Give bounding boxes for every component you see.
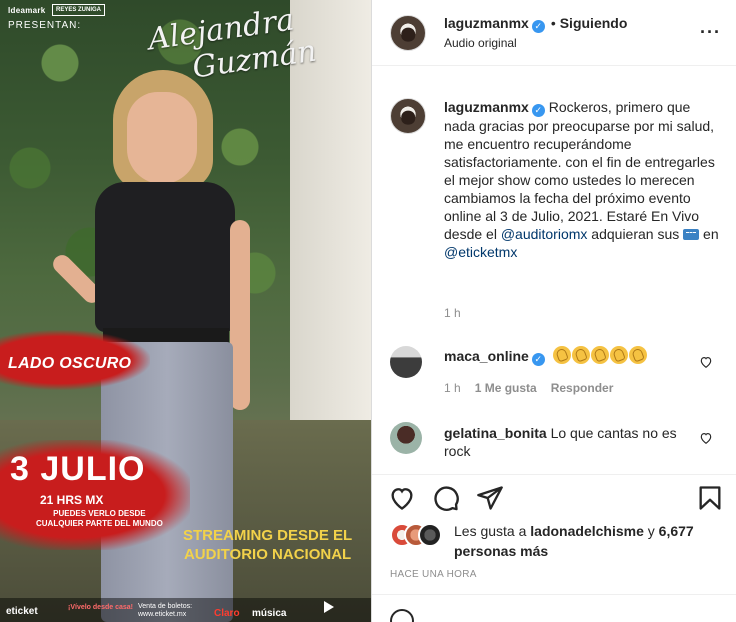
caption-body-3: en — [699, 226, 719, 242]
post-viewer: Ideamark REYES ZUNIGA PRESENTAN: Alejand… — [0, 0, 736, 622]
post-timestamp[interactable]: HACE UNA HORA — [390, 569, 477, 580]
post-video[interactable]: Ideamark REYES ZUNIGA PRESENTAN: Alejand… — [0, 0, 371, 622]
ticket-emoji-icon — [683, 229, 700, 240]
ideamark-logo: Ideamark — [8, 6, 46, 15]
comment-timestamp[interactable]: 1 h — [444, 381, 461, 395]
ticket-sales-line1: Venta de boletos: — [138, 603, 193, 610]
verified-badge-icon: ✓ — [531, 20, 545, 33]
vivelo-text: ¡Vívelo desde casa! — [68, 604, 133, 611]
caption-timestamp[interactable]: 1 h — [444, 306, 461, 320]
event-date: 3 JULIO — [10, 450, 146, 488]
comment-icon[interactable] — [432, 484, 460, 512]
post-side-panel: laguzmanmx ✓ • Siguiendo Audio original ···… — [371, 0, 736, 622]
caption-body-2: adquieran sus — [587, 226, 684, 242]
emoji-picker-icon[interactable] — [390, 609, 414, 622]
separator-dot: • — [550, 15, 556, 31]
author-username[interactable]: laguzmanmx — [444, 15, 529, 31]
caption-body-1: Rockeros, primero que nada gracias por p… — [444, 99, 715, 242]
header-line: laguzmanmx ✓ • Siguiendo — [444, 15, 627, 33]
comment-like-count[interactable]: 1 Me gusta — [475, 381, 537, 395]
streaming-line2: AUDITORIO NACIONAL — [183, 546, 352, 563]
mention-auditoriomx[interactable]: @auditoriomx — [501, 226, 588, 242]
caption-text: laguzmanmx ✓ Rockeros, primero que nada g… — [444, 98, 724, 261]
commenter-avatar[interactable] — [390, 346, 422, 378]
commenter-avatar[interactable] — [390, 422, 422, 454]
ticket-sales-text: Venta de boletos: www.eticket.mx — [138, 603, 192, 619]
heart-icon[interactable] — [388, 484, 416, 512]
commenter-username[interactable]: maca_online — [444, 348, 529, 364]
claro-musica-text: música — [252, 608, 287, 619]
share-icon[interactable] — [476, 484, 504, 512]
post-header: laguzmanmx ✓ • Siguiendo Audio original ··· — [372, 0, 736, 66]
reply-button[interactable]: Responder — [551, 381, 614, 395]
bookmark-icon[interactable] — [696, 484, 724, 512]
ticket-sales-url: www.eticket.mx — [138, 611, 187, 618]
liker-username[interactable]: ladonadelchisme — [530, 523, 644, 539]
comment-body: gelatina_bonita Lo que cantas no es rock — [444, 424, 684, 460]
clapping-hands-emoji — [552, 346, 648, 364]
likes-text: Les gusta a ladonadelchisme y 6,677 pers… — [454, 521, 724, 561]
commenter-username[interactable]: gelatina_bonita — [444, 425, 547, 441]
comment-body: maca_online ✓ — [444, 346, 684, 366]
lado-oscuro-text: LADO OSCURO — [8, 355, 132, 372]
likes-prefix: Les gusta a — [454, 523, 531, 539]
original-audio-link[interactable]: Audio original — [444, 36, 517, 50]
watch-anywhere-text: PUEDES VERLO DESDE CUALQUIER PARTE DEL M… — [36, 509, 163, 529]
actions-divider — [372, 474, 736, 475]
liker-avatars[interactable] — [390, 523, 450, 547]
watch-anywhere-line1: PUEDES VERLO DESDE — [53, 509, 146, 518]
comment-like-heart-icon[interactable] — [699, 431, 713, 445]
watch-anywhere-line2: CUALQUIER PARTE DEL MUNDO — [36, 519, 163, 528]
mention-eticketmx[interactable]: @eticketmx — [444, 244, 517, 260]
presentan-text: PRESENTAN: — [8, 20, 82, 31]
likes-middle: y — [643, 523, 659, 539]
verified-badge-icon: ✓ — [531, 104, 545, 117]
following-button[interactable]: Siguiendo — [560, 15, 628, 31]
verified-badge-icon: ✓ — [531, 353, 545, 366]
streaming-text: STREAMING DESDE EL AUDITORIO NACIONAL — [183, 526, 352, 564]
play-icon[interactable] — [323, 600, 335, 617]
comment-meta: 1 h 1 Me gusta Responder — [444, 381, 613, 395]
more-options-icon[interactable]: ··· — [700, 22, 721, 43]
caption-username[interactable]: laguzmanmx — [444, 99, 529, 115]
comment-like-heart-icon[interactable] — [699, 355, 713, 369]
event-hours: 21 HRS MX — [40, 493, 104, 507]
streaming-line1: STREAMING DESDE EL — [183, 527, 353, 544]
add-comment-bar — [372, 594, 736, 622]
claro-logo: Claro — [214, 608, 240, 619]
caption-author-avatar[interactable] — [390, 98, 426, 134]
author-avatar[interactable] — [390, 15, 426, 51]
eticket-logo: eticket — [6, 606, 38, 617]
reyes-zuniga-logo: REYES ZUNIGA — [52, 4, 106, 16]
